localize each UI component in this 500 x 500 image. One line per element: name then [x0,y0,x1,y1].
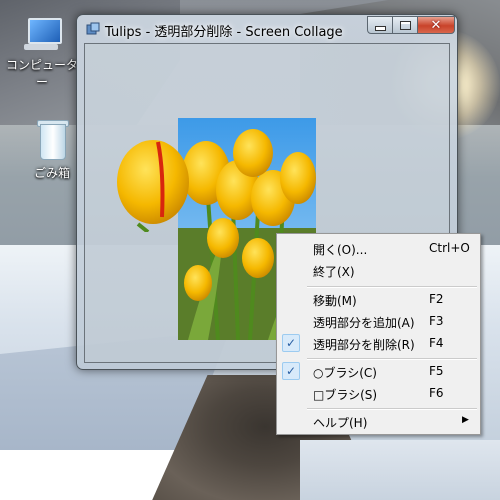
desktop-icon-label: コンピューター [5,58,78,89]
menu-item-shortcut: F3 [429,314,444,328]
menu-item-circle-brush[interactable]: ✓ ○ブラシ(C) F5 [279,360,476,382]
menu-item-square-brush[interactable]: ✓ □ブラシ(S) F6 [279,382,476,404]
recycle-bin-icon [37,120,69,160]
menu-item-add-transparent[interactable]: ✓ 透明部分を追加(A) F3 [279,310,476,332]
check-icon: ✓ [282,334,300,352]
window-title: Tulips - 透明部分削除 - Screen Collage [105,25,343,40]
menu-item-exit[interactable]: ✓ 終了(X) [279,259,476,281]
wallpaper-ice-right [300,440,500,500]
menu-item-label: 終了(X) [313,265,355,279]
minimize-icon [374,25,386,31]
menu-item-shortcut: F5 [429,364,444,378]
menu-item-shortcut: F6 [429,386,444,400]
context-menu[interactable]: ✓ 開く(O)... Ctrl+O ✓ 終了(X) ✓ 移動(M) F2 ✓ 透… [276,233,481,435]
maximize-icon [399,20,411,30]
app-icon [86,22,100,35]
close-icon: ✕ [430,17,442,33]
menu-item-open[interactable]: ✓ 開く(O)... Ctrl+O [279,237,476,259]
computer-icon [22,16,62,52]
menu-item-label: 移動(M) [313,294,357,308]
menu-item-label: 開く(O)... [313,243,368,257]
title-bar[interactable]: Tulips - 透明部分削除 - Screen Collage ✕ [77,15,457,43]
minimize-button[interactable] [367,16,393,34]
tulip-overhang [117,140,189,232]
menu-item-shortcut: F4 [429,336,444,350]
menu-item-shortcut: F2 [429,292,444,306]
menu-item-help[interactable]: ✓ ヘルプ(H) ▶ [279,410,476,432]
check-icon: ✓ [282,362,300,380]
menu-item-move[interactable]: ✓ 移動(M) F2 [279,288,476,310]
maximize-button[interactable] [392,16,418,34]
menu-item-remove-transparent[interactable]: ✓ 透明部分を削除(R) F4 [279,332,476,354]
close-button[interactable]: ✕ [417,16,455,34]
menu-item-label: 透明部分を追加(A) [313,316,415,330]
menu-item-label: □ブラシ(S) [313,388,378,402]
menu-item-label: ヘルプ(H) [313,416,368,430]
menu-item-label: ○ブラシ(C) [313,366,377,380]
menu-item-shortcut: Ctrl+O [429,241,470,255]
desktop-icon-computer[interactable]: コンピューター [2,16,82,90]
menu-item-label: 透明部分を削除(R) [313,338,415,352]
submenu-arrow-icon: ▶ [462,415,469,425]
